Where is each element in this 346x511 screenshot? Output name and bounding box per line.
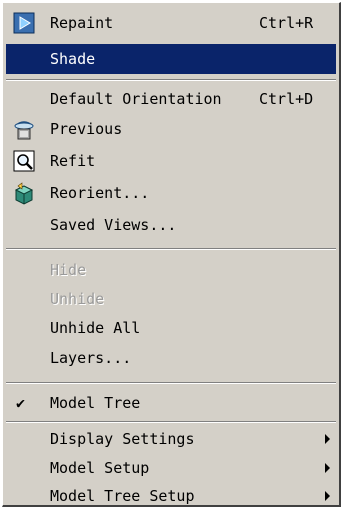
menu-item-hide: Hide: [6, 255, 336, 285]
menu-item-reorient[interactable]: Reorient...: [6, 178, 336, 208]
menu-item-label: Shade: [50, 50, 96, 68]
refit-magnifier-icon: [12, 149, 36, 173]
submenu-arrow-icon: [325, 463, 330, 473]
menu-item-model-tree-setup[interactable]: Model Tree Setup: [6, 481, 336, 511]
menu-item-label: Hide: [50, 261, 87, 279]
menu-separator: [6, 421, 336, 423]
menu-item-model-setup[interactable]: Model Setup: [6, 453, 336, 483]
menu-item-label: Model Tree Setup: [50, 487, 195, 505]
menu-item-unhide-all[interactable]: Unhide All: [6, 313, 336, 343]
menu-separator: [6, 382, 336, 384]
menu-item-label: Default Orientation: [50, 90, 222, 108]
menu-separator: [6, 79, 336, 81]
menu-item-unhide: Unhide: [6, 284, 336, 314]
menu-item-refit[interactable]: Refit: [6, 146, 336, 176]
repaint-icon: [12, 11, 36, 35]
menu-item-previous[interactable]: Previous: [6, 114, 336, 144]
menu-item-label: Unhide: [50, 290, 105, 308]
menu-item-saved-views[interactable]: Saved Views...: [6, 210, 336, 240]
menu-item-label: Model Tree: [50, 394, 141, 412]
previous-view-icon: [12, 117, 36, 141]
menu-separator: [6, 248, 336, 250]
menu-item-label: Refit: [50, 152, 96, 170]
menu-item-shortcut: Ctrl+D: [259, 90, 314, 108]
menu-item-label: Saved Views...: [50, 216, 177, 234]
menu-item-shortcut: Ctrl+R: [259, 14, 314, 32]
menu-item-layers[interactable]: Layers...: [6, 343, 336, 373]
menu-item-repaint[interactable]: Repaint Ctrl+R: [6, 8, 336, 38]
menu-item-label: Layers...: [50, 349, 132, 367]
checkmark-icon: ✔: [16, 394, 26, 412]
menu-item-label: Display Settings: [50, 430, 195, 448]
menu-item-display-settings[interactable]: Display Settings: [6, 424, 336, 454]
submenu-arrow-icon: [325, 491, 330, 501]
submenu-arrow-icon: [325, 434, 330, 444]
menu-item-label: Unhide All: [50, 319, 141, 337]
reorient-icon: [12, 181, 36, 205]
view-menu: Repaint Ctrl+R Shade Default Orientation…: [2, 2, 341, 507]
menu-item-shade[interactable]: Shade: [6, 44, 336, 74]
menu-item-label: Model Setup: [50, 459, 150, 477]
menu-item-default-orientation[interactable]: Default Orientation Ctrl+D: [6, 84, 336, 114]
menu-item-label: Repaint: [50, 14, 114, 32]
menu-item-model-tree[interactable]: ✔ Model Tree: [6, 388, 336, 418]
menu-item-label: Reorient...: [50, 184, 150, 202]
menu-item-label: Previous: [50, 120, 123, 138]
